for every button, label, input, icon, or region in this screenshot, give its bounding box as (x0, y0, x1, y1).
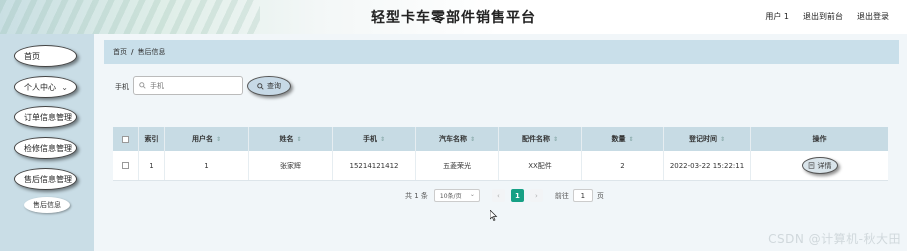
cell-username: 1 (165, 151, 249, 180)
cell-part-name: XX配件 (499, 151, 582, 180)
column-label: 汽车名称 (438, 135, 467, 143)
sort-icon[interactable]: ⇕ (380, 136, 385, 143)
prev-page-button[interactable]: ‹ (491, 189, 505, 202)
breadcrumb-separator: / (131, 48, 134, 56)
column-label: 用户名 (191, 135, 213, 143)
row-select[interactable] (113, 151, 139, 180)
breadcrumb-home[interactable]: 首页 (113, 47, 127, 57)
column-label: 手机 (362, 135, 377, 143)
sidebar-item-aftersale-management[interactable]: 售后信息管理 (14, 168, 77, 190)
header-quantity[interactable]: 数量 ⇕ (582, 127, 664, 151)
column-label: 数量 (611, 135, 626, 143)
query-button-label: 查询 (267, 82, 281, 90)
table-row: 1 1 张家辉 15214121412 五菱荣光 XX配件 2 2022-03-… (113, 151, 888, 181)
search-label: 手机 (115, 83, 129, 91)
sidebar-subitem-aftersale-info[interactable]: 售后信息 (24, 197, 70, 213)
cell-quantity: 2 (582, 151, 664, 180)
column-label: 索引 (144, 135, 159, 143)
sidebar-item-home[interactable]: 首页 (14, 45, 77, 67)
header-register-time[interactable]: 登记时间 ⇕ (664, 127, 751, 151)
chevron-down-icon: ⌄ (61, 83, 68, 92)
chevron-left-icon: ‹ (497, 191, 500, 200)
header-phone[interactable]: 手机 ⇕ (333, 127, 416, 151)
sidebar-item-personal-center[interactable]: 个人中心 ⌄ (14, 76, 77, 98)
sidebar-subitem-label: 售后信息 (33, 201, 61, 209)
sidebar-item-label: 个人中心 (24, 82, 56, 92)
sidebar-item-label: 首页 (24, 51, 40, 61)
table-header: 索引 用户名 ⇕ 姓名 ⇕ 手机 ⇕ 汽车名称 ⇕ 配件名称 ⇕ 数量 ⇕ 登记时间 ⇕ 操作 (113, 127, 888, 151)
header-select-all[interactable] (113, 127, 139, 151)
logout-link[interactable]: 退出登录 (857, 11, 889, 22)
column-label: 操作 (812, 135, 827, 143)
sort-icon[interactable]: ⇕ (470, 136, 475, 143)
header-name[interactable]: 姓名 ⇕ (249, 127, 333, 151)
header-links: 用户 1 退出到前台 退出登录 (765, 11, 889, 22)
goto-label: 前往 (554, 191, 569, 200)
sort-icon[interactable]: ⇕ (216, 136, 221, 143)
checkbox[interactable] (122, 135, 129, 143)
aftersale-table: 索引 用户名 ⇕ 姓名 ⇕ 手机 ⇕ 汽车名称 ⇕ 配件名称 ⇕ 数量 ⇕ 登记时间 ⇕ 操作… (113, 127, 888, 181)
cell-name: 张家辉 (249, 151, 333, 180)
page-suffix: 页 (596, 191, 604, 200)
next-page-button[interactable]: › (529, 189, 543, 202)
user-link[interactable]: 用户 1 (765, 11, 789, 22)
query-button[interactable]: 查询 (247, 76, 291, 96)
current-page-button[interactable]: 1 (510, 189, 524, 202)
sort-icon[interactable]: ⇕ (553, 136, 558, 143)
sort-icon[interactable]: ⇕ (296, 136, 301, 143)
header-part-name[interactable]: 配件名称 ⇕ (499, 127, 582, 151)
pagination: 共 1 条 10条/页 ⌄ ‹ 1 › 前往 1 页 (405, 189, 604, 202)
cell-register-time: 2022-03-22 15:22:11 (664, 151, 751, 180)
cell-phone: 15214121412 (333, 151, 416, 180)
cell-action: 详情 (751, 151, 888, 180)
cell-index: 1 (139, 151, 165, 180)
exit-to-front-link[interactable]: 退出到前台 (803, 11, 843, 22)
sort-icon[interactable]: ⇕ (628, 136, 633, 143)
watermark: CSDN @计算机-秋大田 (768, 232, 901, 246)
document-icon (808, 162, 814, 169)
detail-button-label: 详情 (817, 161, 832, 170)
chevron-right-icon: › (535, 191, 538, 200)
column-label: 配件名称 (521, 135, 550, 143)
pagination-total: 共 1 条 (405, 191, 428, 200)
header-index: 索引 (139, 127, 165, 151)
checkbox[interactable] (122, 162, 129, 169)
chevron-down-icon: ⌄ (469, 191, 475, 198)
search-icon (257, 82, 264, 90)
header-action: 操作 (751, 127, 888, 151)
breadcrumb: 首页 / 售后信息 (104, 40, 899, 64)
sidebar-item-repair-management[interactable]: 检修信息管理 (14, 137, 77, 159)
sidebar-item-label: 检修信息管理 (24, 143, 72, 153)
search-field[interactable] (133, 76, 243, 95)
goto-page-input[interactable]: 1 (572, 189, 593, 202)
cell-car-name: 五菱荣光 (416, 151, 499, 180)
page-size-select[interactable]: 10条/页 ⌄ (433, 189, 480, 202)
detail-button[interactable]: 详情 (801, 157, 838, 174)
sidebar: 首页 个人中心 ⌄ 订单信息管理 检修信息管理 售后信息管理 售后信息 (0, 34, 94, 251)
sidebar-item-label: 订单信息管理 (24, 112, 72, 122)
column-label: 登记时间 (688, 135, 717, 143)
breadcrumb-current: 售后信息 (137, 48, 166, 56)
mouse-cursor-icon (490, 210, 498, 221)
search-icon (139, 82, 146, 89)
sort-icon[interactable]: ⇕ (720, 136, 725, 143)
header-username[interactable]: 用户名 ⇕ (165, 127, 249, 151)
column-label: 姓名 (279, 135, 294, 143)
search-input[interactable] (150, 81, 240, 90)
main-content: 首页 / 售后信息 手机 查询 索引 用户名⇕ 姓名⇕ 手机⇕ 汽车名称⇕ 配件… (94, 34, 907, 251)
sidebar-item-order-management[interactable]: 订单信息管理 (14, 106, 77, 128)
app-header: 轻型卡车零部件销售平台 用户 1 退出到前台 退出登录 (0, 0, 907, 34)
header-car-name[interactable]: 汽车名称 ⇕ (416, 127, 499, 151)
sidebar-item-label: 售后信息管理 (24, 174, 72, 184)
page-size-value: 10条/页 (439, 193, 462, 200)
